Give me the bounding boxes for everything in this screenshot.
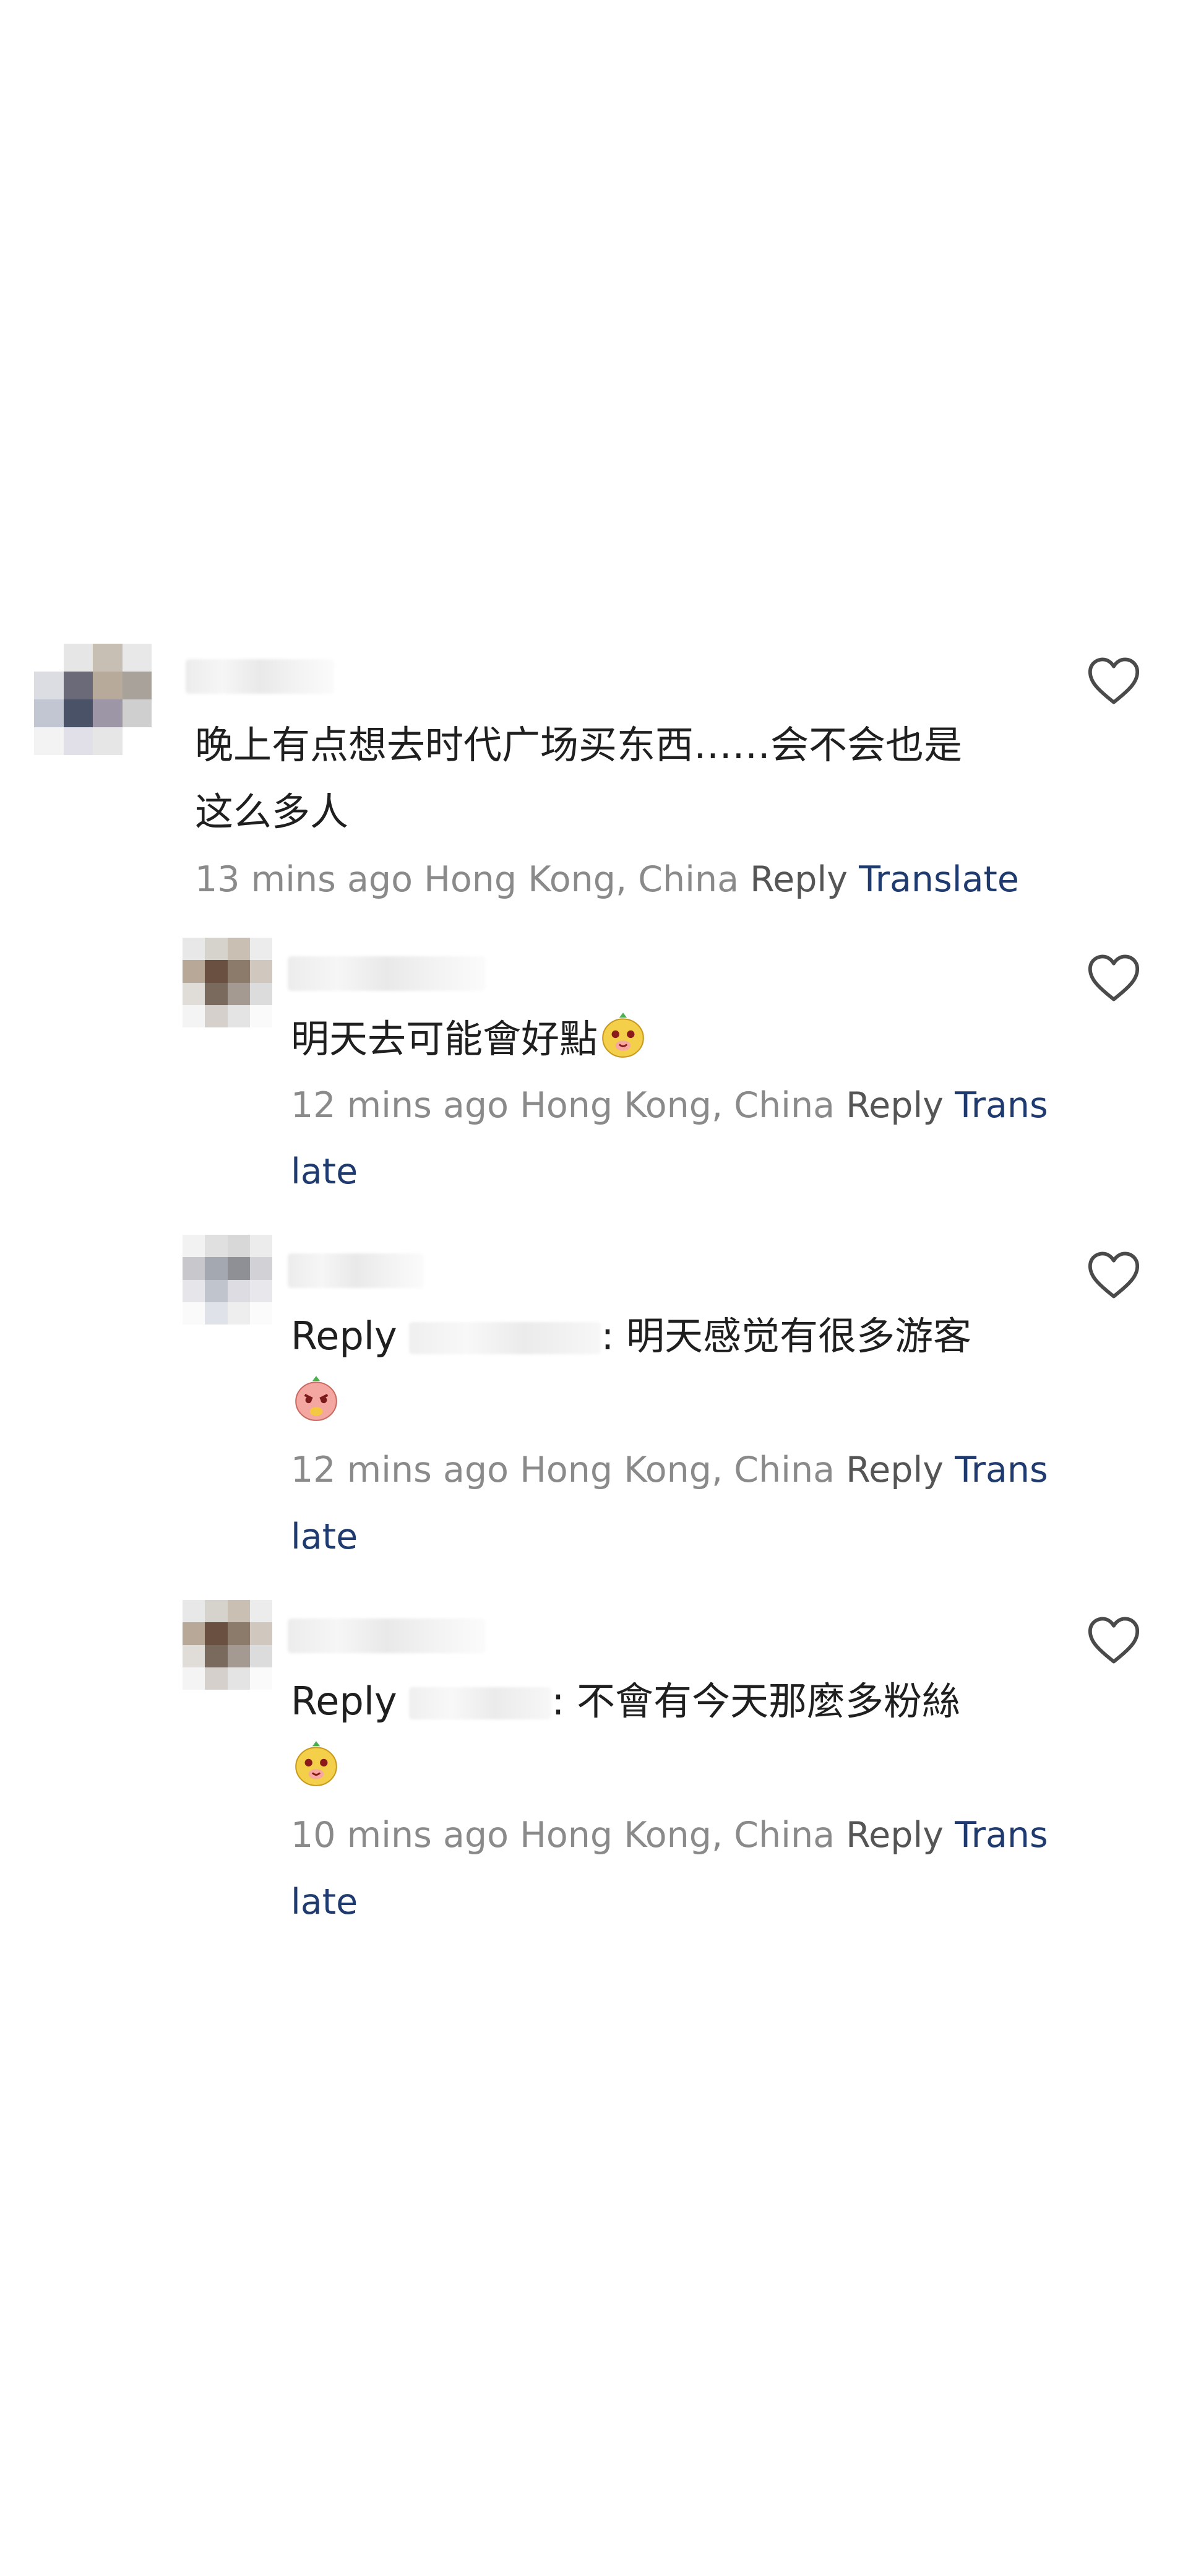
yellow-mascot-emoji bbox=[602, 1013, 644, 1058]
reply-meta: 12 mins ago Hong Kong, China Reply Trans bbox=[291, 1073, 1048, 1139]
reply-meta: 10 mins ago Hong Kong, China Reply Trans bbox=[291, 1802, 1048, 1869]
username-redacted[interactable] bbox=[288, 1619, 486, 1653]
reply-item: 明天去可能會好點 12 mins ago Hong Kong, China Re… bbox=[0, 928, 1188, 1201]
comment-meta: 13 mins ago Hong Kong, China Reply Trans… bbox=[195, 847, 1019, 913]
avatar[interactable] bbox=[183, 1600, 272, 1690]
reply-location: Hong Kong, China bbox=[520, 1085, 835, 1126]
translate-button[interactable]: Translate bbox=[859, 859, 1019, 900]
avatar[interactable] bbox=[183, 938, 272, 1027]
reply-location: Hong Kong, China bbox=[520, 1450, 835, 1490]
reply-text: 明天去可能會好點 bbox=[291, 1006, 648, 1072]
reply-location: Hong Kong, China bbox=[520, 1815, 835, 1856]
username-redacted[interactable] bbox=[186, 659, 334, 694]
yellow-mascot-emoji bbox=[295, 1741, 337, 1786]
reply-button[interactable]: Reply bbox=[846, 1450, 944, 1490]
reply-text: Reply : 明天感觉有很多游客 bbox=[291, 1313, 972, 1359]
reply-meta: 12 mins ago Hong Kong, China Reply Trans bbox=[291, 1437, 1048, 1503]
reply-button[interactable]: Reply bbox=[750, 859, 848, 900]
avatar[interactable] bbox=[34, 644, 152, 755]
reply-text: Reply : 不會有今天那麼多粉絲 bbox=[291, 1679, 961, 1724]
reply-time: 12 mins ago bbox=[291, 1450, 509, 1490]
reply-meta-wrap: late bbox=[291, 1869, 358, 1935]
translate-button[interactable]: late bbox=[291, 1516, 358, 1557]
reply-button[interactable]: Reply bbox=[846, 1815, 944, 1856]
comment-text: 晚上有点想去时代广场买东西……会不会也是 bbox=[195, 722, 963, 767]
heart-outline-icon[interactable] bbox=[1086, 953, 1142, 1003]
reply-button[interactable]: Reply bbox=[846, 1085, 944, 1126]
reply-to-label: Reply bbox=[291, 1313, 397, 1359]
username-redacted[interactable] bbox=[288, 956, 486, 991]
reply-item: Reply : 不會有今天那麼多粉絲 10 mins ago Hong Kong… bbox=[0, 1591, 1188, 1931]
reply-meta-wrap: late bbox=[291, 1504, 358, 1570]
mention-redacted[interactable] bbox=[409, 1322, 601, 1354]
reply-item: Reply : 明天感觉有很多游客 12 mins ago Hong Kong,… bbox=[0, 1225, 1188, 1566]
reply-meta-wrap: late bbox=[291, 1139, 358, 1205]
comment-time: 13 mins ago bbox=[195, 859, 413, 900]
comment-location: Hong Kong, China bbox=[424, 859, 739, 900]
comment-text: 这么多人 bbox=[195, 789, 349, 834]
translate-button[interactable]: late bbox=[291, 1882, 358, 1922]
reply-emoji-line bbox=[291, 1734, 342, 1800]
translate-button[interactable]: Trans bbox=[955, 1815, 1048, 1856]
username-redacted[interactable] bbox=[288, 1253, 424, 1288]
heart-outline-icon[interactable] bbox=[1086, 1615, 1142, 1665]
pink-mascot-emoji bbox=[295, 1376, 337, 1421]
heart-outline-icon[interactable] bbox=[1086, 656, 1142, 706]
comment-item: 晚上有点想去时代广场买东西……会不会也是 这么多人 13 mins ago Ho… bbox=[0, 619, 1188, 916]
heart-outline-icon[interactable] bbox=[1086, 1250, 1142, 1300]
translate-button[interactable]: Trans bbox=[955, 1450, 1048, 1490]
reply-to-label: Reply bbox=[291, 1679, 397, 1724]
reply-time: 10 mins ago bbox=[291, 1815, 509, 1856]
translate-button[interactable]: Trans bbox=[955, 1085, 1048, 1126]
reply-time: 12 mins ago bbox=[291, 1085, 509, 1126]
mention-redacted[interactable] bbox=[409, 1687, 552, 1719]
reply-emoji-line bbox=[291, 1369, 342, 1435]
avatar[interactable] bbox=[183, 1235, 272, 1325]
translate-button[interactable]: late bbox=[291, 1151, 358, 1192]
